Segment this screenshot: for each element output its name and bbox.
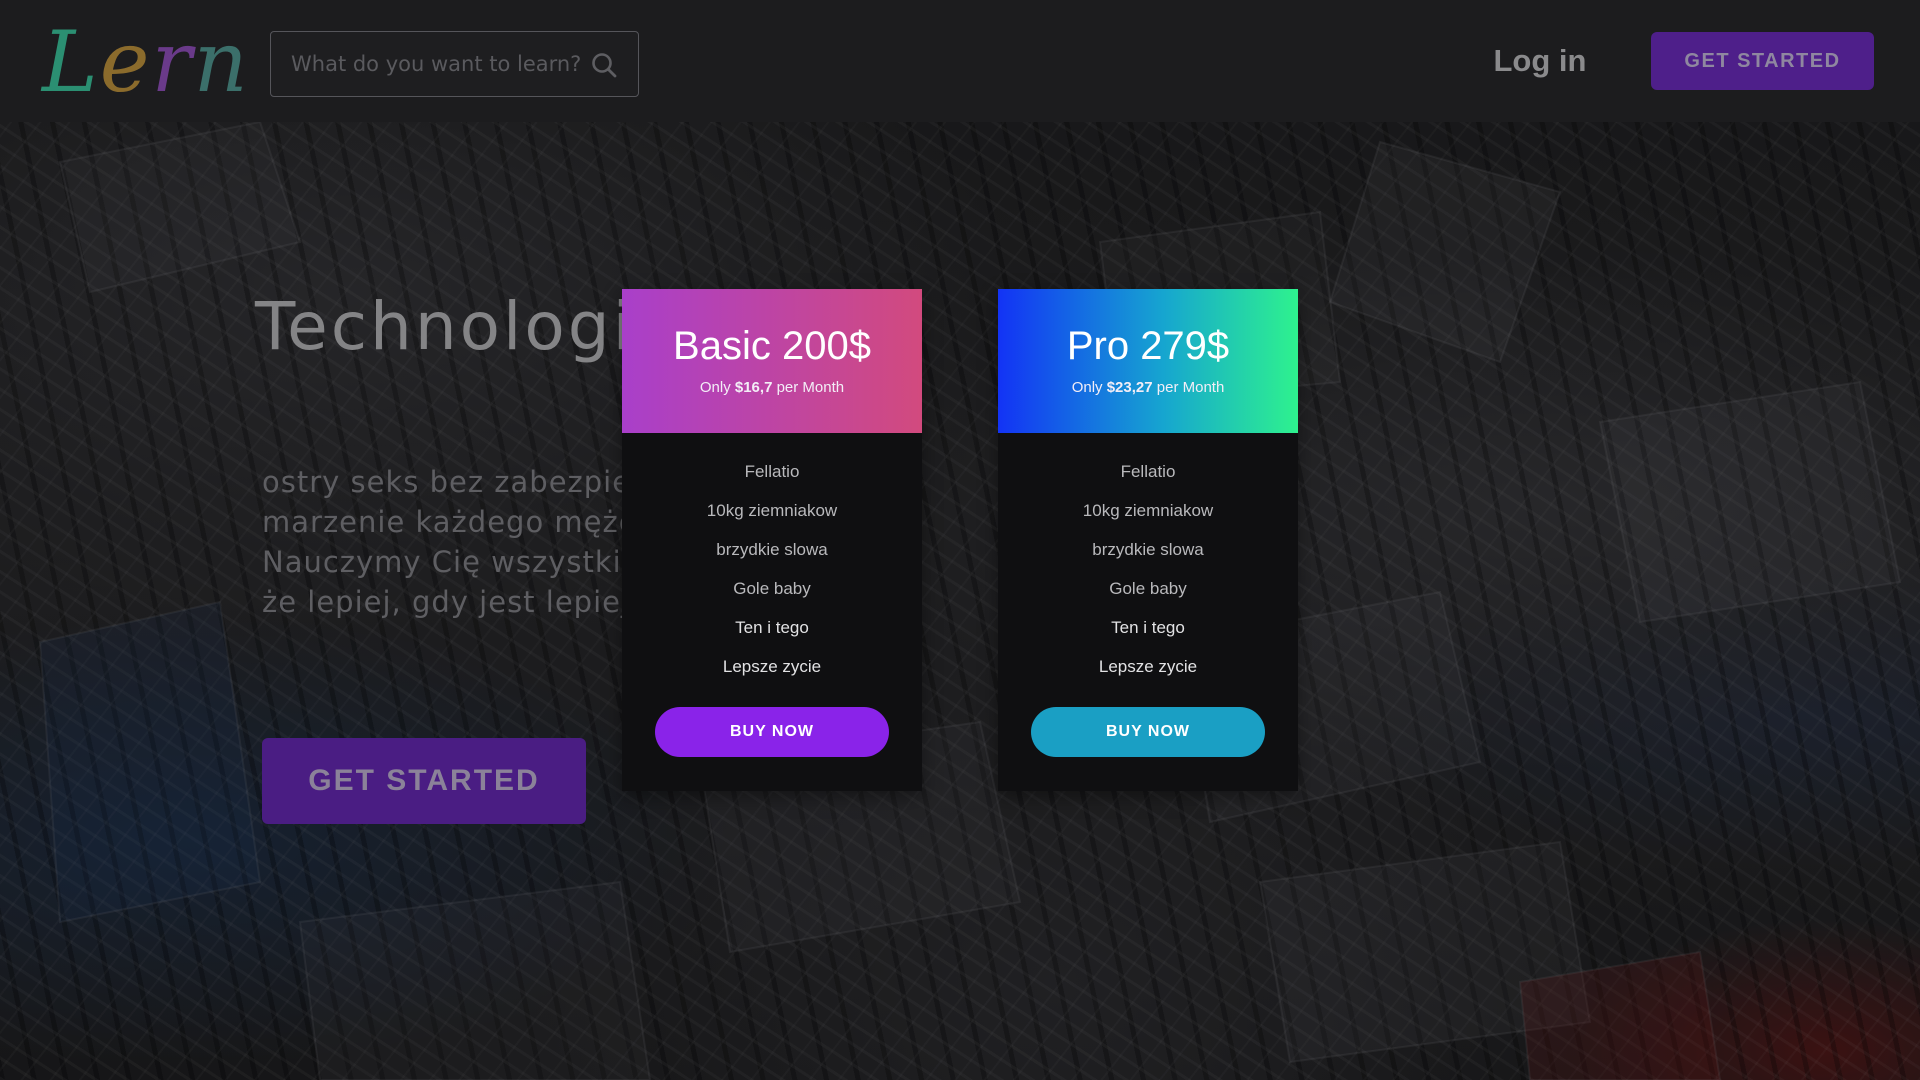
search-input[interactable] xyxy=(291,32,581,95)
plan-feature: 10kg ziemniakow xyxy=(1082,501,1214,520)
price-prefix: Only xyxy=(699,379,735,396)
top-navbar: Lern Log in GET STARTED xyxy=(0,0,1920,122)
buy-now-pro-button[interactable]: BUY NOW xyxy=(1031,707,1265,757)
logo-letter: e xyxy=(99,13,152,111)
plan-feature: Fellatio xyxy=(1120,462,1176,481)
plan-feature-list: Fellatio 10kg ziemniakow brzydkie slowa … xyxy=(998,461,1298,695)
search-box xyxy=(270,31,639,97)
landing-page: Lern Log in GET STARTED Technologie ostr… xyxy=(0,0,1920,1080)
plan-feature: brzydkie slowa xyxy=(716,540,828,559)
price-suffix: per Month xyxy=(772,379,845,396)
pricing-card-pro: Pro 279$ Only $23,27 per Month Fellatio … xyxy=(998,289,1298,791)
plan-feature: brzydkie slowa xyxy=(1092,540,1204,559)
plan-feature: Ten i tego xyxy=(1111,618,1185,637)
plan-monthly-price: Only $23,27 per Month xyxy=(998,379,1298,396)
login-link[interactable]: Log in xyxy=(1480,36,1600,86)
plan-feature: Lepsze zycie xyxy=(1098,657,1198,676)
logo-letter: r xyxy=(151,13,194,111)
plan-monthly-price: Only $16,7 per Month xyxy=(622,379,922,396)
price-suffix: per Month xyxy=(1152,379,1225,396)
logo-letter: L xyxy=(42,13,100,111)
search-icon[interactable] xyxy=(590,51,618,79)
plan-feature: Lepsze zycie xyxy=(722,657,822,676)
get-started-button[interactable]: GET STARTED xyxy=(1651,32,1874,90)
pricing-card-basic: Basic 200$ Only $16,7 per Month Fellatio… xyxy=(622,289,922,791)
plan-title: Basic 200$ xyxy=(673,324,871,368)
pricing-card-header: Basic 200$ Only $16,7 per Month xyxy=(622,289,922,433)
plan-feature-list: Fellatio 10kg ziemniakow brzydkie slowa … xyxy=(622,461,922,695)
lern-logo[interactable]: Lern xyxy=(42,14,250,110)
price-prefix: Only xyxy=(1071,379,1107,396)
plan-feature: 10kg ziemniakow xyxy=(706,501,838,520)
plan-feature: Gole baby xyxy=(733,579,811,598)
price-value: $23,27 xyxy=(1106,379,1153,396)
hero-title: Technologie xyxy=(255,288,678,365)
plan-feature: Gole baby xyxy=(1109,579,1187,598)
plan-feature: Fellatio xyxy=(744,462,800,481)
price-value: $16,7 xyxy=(734,379,773,396)
plan-feature: Ten i tego xyxy=(735,618,809,637)
hero-get-started-button[interactable]: GET STARTED xyxy=(262,738,586,824)
plan-title: Pro 279$ xyxy=(1066,324,1230,368)
logo-letter: n xyxy=(193,13,250,111)
buy-now-basic-button[interactable]: BUY NOW xyxy=(655,707,889,757)
pricing-card-header: Pro 279$ Only $23,27 per Month xyxy=(998,289,1298,433)
